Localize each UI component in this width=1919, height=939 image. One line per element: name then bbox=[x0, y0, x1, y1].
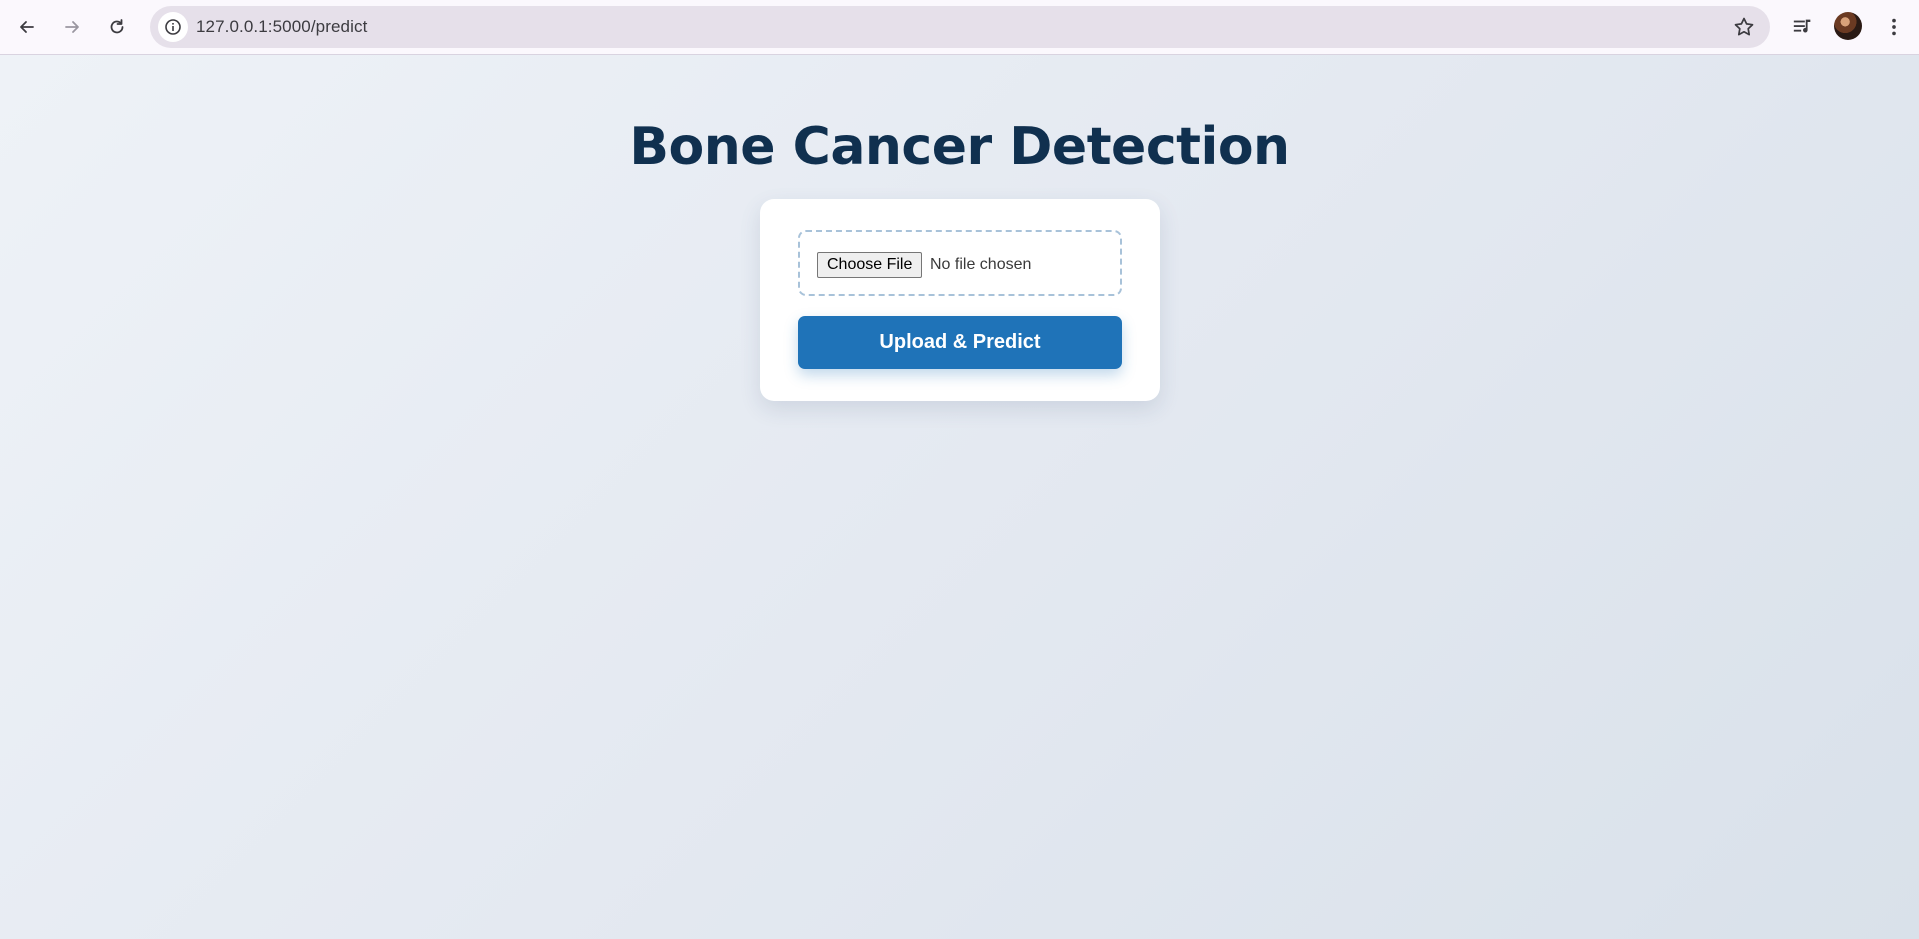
avatar[interactable] bbox=[1834, 12, 1862, 40]
upload-predict-button[interactable]: Upload & Predict bbox=[798, 316, 1122, 369]
info-icon bbox=[165, 19, 181, 35]
upload-card: Choose File No file chosen Upload & Pred… bbox=[760, 199, 1160, 401]
star-icon bbox=[1734, 17, 1754, 36]
url-text[interactable]: 127.0.0.1:5000/predict bbox=[196, 6, 367, 48]
page-content: Bone Cancer Detection Choose File No fil… bbox=[0, 55, 1919, 939]
kebab-menu-icon bbox=[1892, 18, 1896, 36]
browser-toolbar: 127.0.0.1:5000/predict bbox=[0, 0, 1919, 55]
reload-icon bbox=[110, 19, 124, 34]
media-queue-icon bbox=[1793, 19, 1811, 33]
file-drop-zone[interactable]: Choose File No file chosen bbox=[798, 230, 1122, 296]
address-bar[interactable]: 127.0.0.1:5000/predict bbox=[150, 6, 1770, 48]
arrow-right-icon bbox=[65, 21, 79, 33]
bookmark-button[interactable] bbox=[1732, 15, 1756, 39]
forward-button[interactable] bbox=[55, 10, 89, 44]
site-info-button[interactable] bbox=[158, 12, 188, 42]
page-title: Bone Cancer Detection bbox=[629, 117, 1290, 177]
file-status-text: No file chosen bbox=[930, 256, 1032, 273]
choose-file-button[interactable]: Choose File bbox=[817, 252, 923, 278]
arrow-left-icon bbox=[20, 21, 34, 33]
media-queue-button[interactable] bbox=[1789, 13, 1817, 41]
reload-button[interactable] bbox=[100, 10, 134, 44]
back-button[interactable] bbox=[10, 10, 44, 44]
menu-button[interactable] bbox=[1880, 13, 1908, 41]
